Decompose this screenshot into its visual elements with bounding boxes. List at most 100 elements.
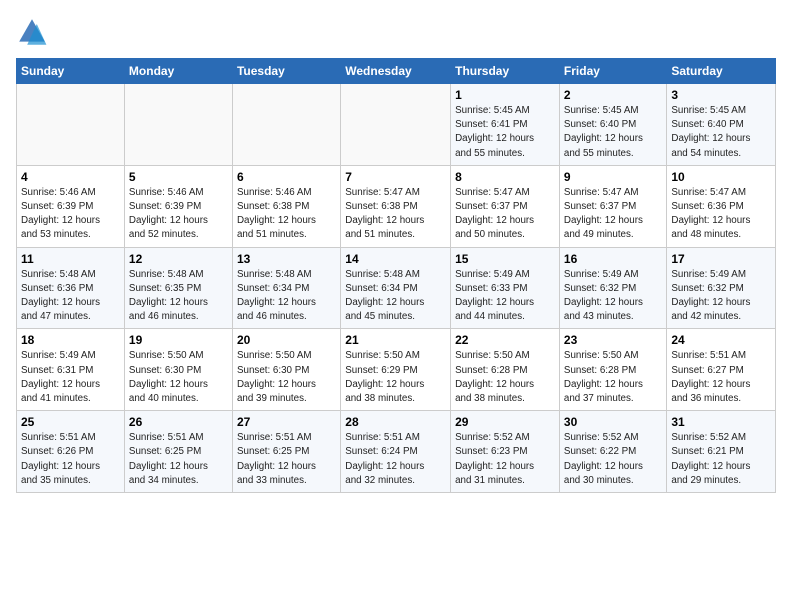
calendar-cell: 10 Sunrise: 5:47 AMSunset: 6:36 PMDayligh… <box>667 165 776 247</box>
calendar-cell: 5 Sunrise: 5:46 AMSunset: 6:39 PMDaylight… <box>124 165 232 247</box>
day-info: Sunrise: 5:47 AMSunset: 6:38 PMDaylight:… <box>345 186 446 243</box>
day-number: 13 <box>237 252 336 266</box>
calendar-week-4: 18 Sunrise: 5:49 AMSunset: 6:31 PMDayligh… <box>17 329 776 411</box>
day-info: Sunrise: 5:52 AMSunset: 6:23 PMDaylight:… <box>455 431 555 488</box>
calendar-cell: 2Sunrise: 5:45 AMSunset: 6:40 PMDaylight… <box>559 84 666 166</box>
col-header-friday: Friday <box>559 59 666 84</box>
day-info: Sunrise: 5:51 AMSunset: 6:24 PMDaylight:… <box>345 431 446 488</box>
day-info: Sunrise: 5:45 AMSunset: 6:40 PMDaylight:… <box>671 104 771 161</box>
day-info: Sunrise: 5:45 AMSunset: 6:41 PMDaylight:… <box>455 104 555 161</box>
day-number: 25 <box>21 415 120 429</box>
calendar-cell: 11 Sunrise: 5:48 AMSunset: 6:36 PMDayligh… <box>17 247 125 329</box>
day-info: Sunrise: 5:48 AMSunset: 6:36 PMDaylight:… <box>21 268 120 325</box>
calendar-cell: 4 Sunrise: 5:46 AMSunset: 6:39 PMDaylight… <box>17 165 125 247</box>
calendar-cell: 6 Sunrise: 5:46 AMSunset: 6:38 PMDaylight… <box>232 165 340 247</box>
day-number: 1 <box>455 88 555 102</box>
calendar-cell <box>17 84 125 166</box>
day-number: 23 <box>564 333 662 347</box>
day-number: 20 <box>237 333 336 347</box>
calendar-cell: 13 Sunrise: 5:48 AMSunset: 6:34 PMDayligh… <box>232 247 340 329</box>
calendar-cell: 18 Sunrise: 5:49 AMSunset: 6:31 PMDayligh… <box>17 329 125 411</box>
day-info: Sunrise: 5:46 AMSunset: 6:39 PMDaylight:… <box>21 186 120 243</box>
calendar-cell: 12Sunrise: 5:48 AMSunset: 6:35 PMDayligh… <box>124 247 232 329</box>
calendar-cell: 15 Sunrise: 5:49 AMSunset: 6:33 PMDayligh… <box>451 247 560 329</box>
day-info: Sunrise: 5:46 AMSunset: 6:39 PMDaylight:… <box>129 186 228 243</box>
day-number: 21 <box>345 333 446 347</box>
day-number: 15 <box>455 252 555 266</box>
day-number: 22 <box>455 333 555 347</box>
calendar-cell: 20Sunrise: 5:50 AMSunset: 6:30 PMDayligh… <box>232 329 340 411</box>
day-number: 16 <box>564 252 662 266</box>
day-info: Sunrise: 5:49 AMSunset: 6:32 PMDaylight:… <box>564 268 662 325</box>
calendar-cell: 7 Sunrise: 5:47 AMSunset: 6:38 PMDaylight… <box>341 165 451 247</box>
day-number: 9 <box>564 170 662 184</box>
calendar-cell: 19 Sunrise: 5:50 AMSunset: 6:30 PMDayligh… <box>124 329 232 411</box>
logo <box>16 16 52 48</box>
calendar-cell <box>232 84 340 166</box>
day-number: 19 <box>129 333 228 347</box>
day-info: Sunrise: 5:51 AMSunset: 6:25 PMDaylight:… <box>129 431 228 488</box>
day-info: Sunrise: 5:51 AMSunset: 6:25 PMDaylight:… <box>237 431 336 488</box>
day-number: 29 <box>455 415 555 429</box>
day-number: 6 <box>237 170 336 184</box>
calendar-cell: 22 Sunrise: 5:50 AMSunset: 6:28 PMDayligh… <box>451 329 560 411</box>
calendar-cell: 14 Sunrise: 5:48 AMSunset: 6:34 PMDayligh… <box>341 247 451 329</box>
day-number: 30 <box>564 415 662 429</box>
col-header-saturday: Saturday <box>667 59 776 84</box>
calendar-cell: 24 Sunrise: 5:51 AMSunset: 6:27 PMDayligh… <box>667 329 776 411</box>
col-header-tuesday: Tuesday <box>232 59 340 84</box>
calendar-cell: 17Sunrise: 5:49 AMSunset: 6:32 PMDayligh… <box>667 247 776 329</box>
col-header-monday: Monday <box>124 59 232 84</box>
calendar-cell: 30Sunrise: 5:52 AMSunset: 6:22 PMDayligh… <box>559 411 666 493</box>
day-number: 18 <box>21 333 120 347</box>
day-info: Sunrise: 5:47 AMSunset: 6:37 PMDaylight:… <box>564 186 662 243</box>
calendar-week-1: 1 Sunrise: 5:45 AMSunset: 6:41 PMDaylight… <box>17 84 776 166</box>
page-header <box>16 16 776 48</box>
day-number: 10 <box>671 170 771 184</box>
day-info: Sunrise: 5:52 AMSunset: 6:21 PMDaylight:… <box>671 431 771 488</box>
logo-icon <box>16 16 48 48</box>
day-info: Sunrise: 5:48 AMSunset: 6:34 PMDaylight:… <box>345 268 446 325</box>
calendar-cell: 31 Sunrise: 5:52 AMSunset: 6:21 PMDayligh… <box>667 411 776 493</box>
calendar-week-3: 11 Sunrise: 5:48 AMSunset: 6:36 PMDayligh… <box>17 247 776 329</box>
calendar-table: SundayMondayTuesdayWednesdayThursdayFrid… <box>16 58 776 493</box>
day-info: Sunrise: 5:48 AMSunset: 6:35 PMDaylight:… <box>129 268 228 325</box>
day-number: 8 <box>455 170 555 184</box>
day-number: 5 <box>129 170 228 184</box>
day-number: 14 <box>345 252 446 266</box>
calendar-cell: 25 Sunrise: 5:51 AMSunset: 6:26 PMDayligh… <box>17 411 125 493</box>
calendar-week-5: 25 Sunrise: 5:51 AMSunset: 6:26 PMDayligh… <box>17 411 776 493</box>
day-info: Sunrise: 5:49 AMSunset: 6:33 PMDaylight:… <box>455 268 555 325</box>
day-info: Sunrise: 5:48 AMSunset: 6:34 PMDaylight:… <box>237 268 336 325</box>
col-header-thursday: Thursday <box>451 59 560 84</box>
calendar-header-row: SundayMondayTuesdayWednesdayThursdayFrid… <box>17 59 776 84</box>
day-info: Sunrise: 5:50 AMSunset: 6:30 PMDaylight:… <box>129 349 228 406</box>
calendar-cell: 21Sunrise: 5:50 AMSunset: 6:29 PMDayligh… <box>341 329 451 411</box>
day-number: 2 <box>564 88 662 102</box>
day-info: Sunrise: 5:51 AMSunset: 6:27 PMDaylight:… <box>671 349 771 406</box>
day-number: 17 <box>671 252 771 266</box>
calendar-cell: 3 Sunrise: 5:45 AMSunset: 6:40 PMDaylight… <box>667 84 776 166</box>
calendar-cell: 28 Sunrise: 5:51 AMSunset: 6:24 PMDayligh… <box>341 411 451 493</box>
calendar-cell: 9 Sunrise: 5:47 AMSunset: 6:37 PMDaylight… <box>559 165 666 247</box>
day-info: Sunrise: 5:50 AMSunset: 6:28 PMDaylight:… <box>564 349 662 406</box>
calendar-week-2: 4 Sunrise: 5:46 AMSunset: 6:39 PMDaylight… <box>17 165 776 247</box>
calendar-cell: 27 Sunrise: 5:51 AMSunset: 6:25 PMDayligh… <box>232 411 340 493</box>
day-number: 31 <box>671 415 771 429</box>
day-info: Sunrise: 5:49 AMSunset: 6:31 PMDaylight:… <box>21 349 120 406</box>
calendar-cell <box>124 84 232 166</box>
day-number: 26 <box>129 415 228 429</box>
day-number: 27 <box>237 415 336 429</box>
day-number: 24 <box>671 333 771 347</box>
col-header-sunday: Sunday <box>17 59 125 84</box>
day-number: 7 <box>345 170 446 184</box>
day-info: Sunrise: 5:46 AMSunset: 6:38 PMDaylight:… <box>237 186 336 243</box>
day-info: Sunrise: 5:47 AMSunset: 6:36 PMDaylight:… <box>671 186 771 243</box>
day-number: 28 <box>345 415 446 429</box>
day-number: 4 <box>21 170 120 184</box>
calendar-cell: 26 Sunrise: 5:51 AMSunset: 6:25 PMDayligh… <box>124 411 232 493</box>
day-number: 3 <box>671 88 771 102</box>
day-info: Sunrise: 5:51 AMSunset: 6:26 PMDaylight:… <box>21 431 120 488</box>
day-number: 11 <box>21 252 120 266</box>
day-info: Sunrise: 5:50 AMSunset: 6:28 PMDaylight:… <box>455 349 555 406</box>
